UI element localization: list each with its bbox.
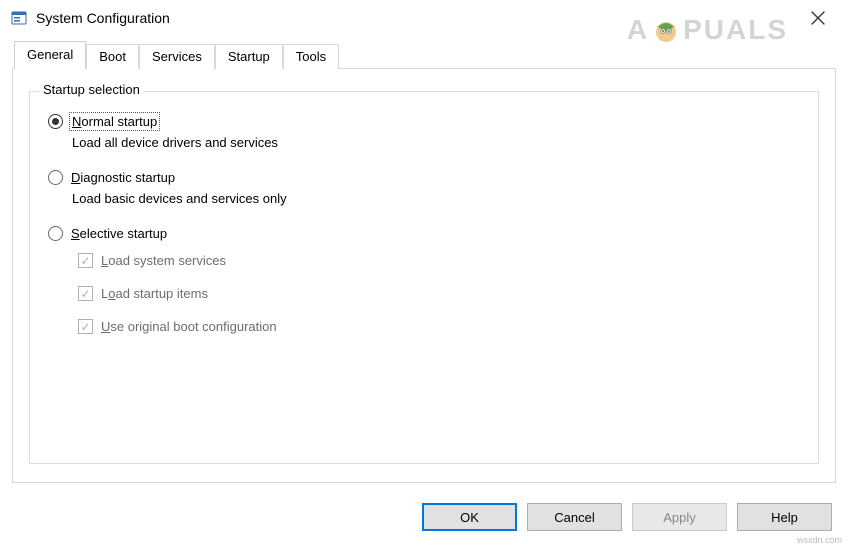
tab-tools[interactable]: Tools <box>283 44 339 69</box>
radio-label-normal[interactable]: Normal startup <box>71 114 158 129</box>
group-legend: Startup selection <box>39 82 144 97</box>
radio-label-diagnostic[interactable]: Diagnostic startup <box>71 170 175 185</box>
tab-services[interactable]: Services <box>139 44 215 69</box>
checkbox-use-original: ✓ <box>78 319 93 334</box>
tab-general[interactable]: General <box>14 41 86 68</box>
option-diagnostic-startup: Diagnostic startup Load basic devices an… <box>48 170 800 206</box>
startup-selection-group: Startup selection Normal startup Load al… <box>29 91 819 464</box>
radio-selective-startup[interactable] <box>48 226 63 241</box>
checkbox-label-load-services: Load system services <box>101 253 226 268</box>
ok-button[interactable]: OK <box>422 503 517 531</box>
tab-boot[interactable]: Boot <box>86 44 139 69</box>
close-button[interactable] <box>798 3 838 33</box>
tab-strip: General Boot Services Startup Tools <box>0 40 848 68</box>
checkbox-load-services: ✓ <box>78 253 93 268</box>
cancel-button[interactable]: Cancel <box>527 503 622 531</box>
app-icon <box>10 9 28 27</box>
option-selective-startup: Selective startup ✓ Load system services… <box>48 226 800 334</box>
checkbox-row-use-original: ✓ Use original boot configuration <box>78 319 800 334</box>
help-button[interactable]: Help <box>737 503 832 531</box>
checkbox-row-load-startup: ✓ Load startup items <box>78 286 800 301</box>
radio-label-selective[interactable]: Selective startup <box>71 226 167 241</box>
window-title: System Configuration <box>36 10 170 26</box>
tab-startup[interactable]: Startup <box>215 44 283 69</box>
desc-normal: Load all device drivers and services <box>72 135 800 150</box>
option-normal-startup: Normal startup Load all device drivers a… <box>48 114 800 150</box>
apply-button: Apply <box>632 503 727 531</box>
tab-panel: Startup selection Normal startup Load al… <box>12 68 836 483</box>
selective-suboptions: ✓ Load system services ✓ Load startup it… <box>78 253 800 334</box>
dialog-buttons: OK Cancel Apply Help <box>422 503 832 531</box>
radio-normal-startup[interactable] <box>48 114 63 129</box>
checkbox-row-load-services: ✓ Load system services <box>78 253 800 268</box>
titlebar: System Configuration <box>0 0 848 40</box>
checkbox-label-use-original: Use original boot configuration <box>101 319 277 334</box>
checkbox-load-startup: ✓ <box>78 286 93 301</box>
checkbox-label-load-startup: Load startup items <box>101 286 208 301</box>
radio-diagnostic-startup[interactable] <box>48 170 63 185</box>
desc-diagnostic: Load basic devices and services only <box>72 191 800 206</box>
attribution-text: wsxdn.com <box>797 535 842 545</box>
